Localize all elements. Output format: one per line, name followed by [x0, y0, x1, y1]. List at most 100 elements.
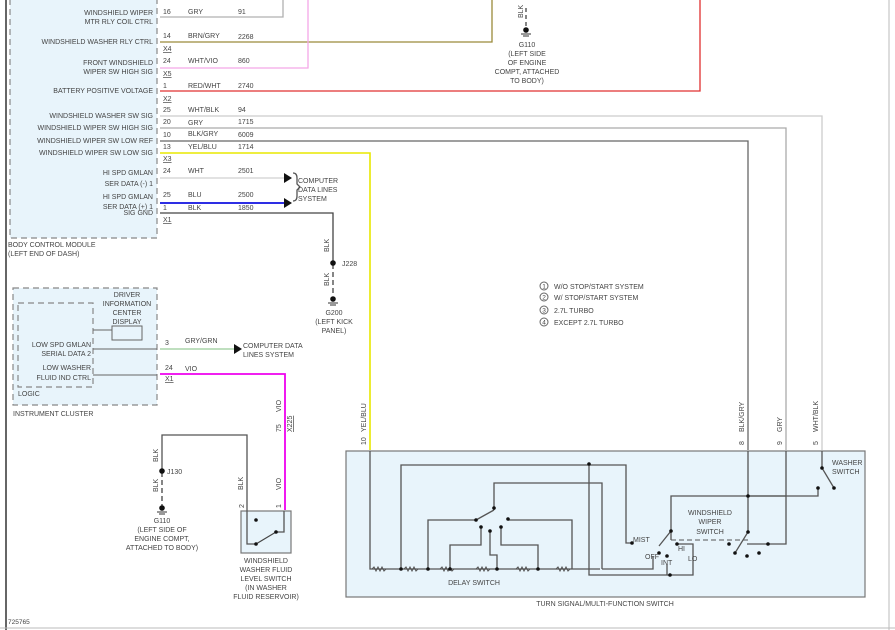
- switch-name: (IN WASHER: [245, 585, 287, 592]
- pin-number: 3: [165, 340, 169, 347]
- legend-num: 3: [542, 308, 546, 315]
- washer-switch-label: SWITCH: [832, 469, 860, 476]
- wire-color: VIO: [276, 399, 283, 412]
- pin-number: 24: [163, 58, 171, 65]
- wire-color: BLK: [518, 4, 525, 18]
- pin-number: 25: [163, 192, 171, 199]
- pin-label: HI SPD GMLAN: [103, 170, 153, 177]
- wire-color: VIO: [185, 366, 198, 373]
- wire-color: RED/WHT: [188, 83, 221, 90]
- wire-color: GRY: [777, 417, 784, 432]
- pin-label: WINDSHIELD WIPER SW LOW SIG: [39, 150, 153, 157]
- connector-id: X1: [163, 217, 172, 224]
- pin-number: 20: [163, 119, 171, 126]
- splice-name: J130: [167, 469, 182, 476]
- diagram-id: 725765: [8, 619, 30, 626]
- wiper-switch-label: WIPER: [699, 519, 722, 526]
- pin-label: LOW SPD GMLAN: [32, 342, 91, 349]
- pin-number: 24: [165, 365, 173, 372]
- wire-color: GRY/GRN: [185, 338, 218, 345]
- wire-color: BLK/GRY: [739, 401, 746, 432]
- pin-number: 14: [163, 33, 171, 40]
- position-hi: HI: [678, 546, 685, 553]
- wiring-diagram: BODY CONTROL MODULE (LEFT END OF DASH) W…: [0, 0, 895, 630]
- position-lo: LO: [688, 556, 698, 563]
- arrow-icon: [284, 198, 292, 208]
- connector-id: X2: [163, 96, 172, 103]
- pin-number: 10: [361, 437, 368, 445]
- splice-dot: [159, 468, 165, 474]
- ground-name: G200: [325, 310, 342, 317]
- ground-desc: OF ENGINE: [508, 60, 547, 67]
- washer-switch-label: WASHER: [832, 460, 862, 467]
- circuit-number: 6009: [238, 132, 254, 139]
- splice-dot: [330, 260, 336, 266]
- data-lines-label: DATA LINES: [298, 187, 338, 194]
- wire-color: WHT/BLK: [813, 401, 820, 432]
- legend-num: 2: [542, 295, 546, 302]
- wire-color: VIO: [276, 477, 283, 490]
- legend-num: 4: [542, 320, 546, 327]
- pin-label: WINDSHIELD WIPER: [84, 10, 153, 17]
- pin-number: 16: [163, 9, 171, 16]
- cluster-title: INSTRUMENT CLUSTER: [13, 411, 93, 418]
- dic-label: DRIVER: [114, 292, 140, 299]
- pin-label: BATTERY POSITIVE VOLTAGE: [53, 88, 153, 95]
- legend-text: W/O STOP/START SYSTEM: [554, 284, 644, 291]
- ground-desc: TO BODY): [510, 78, 544, 85]
- wire-gry-1715: [160, 127, 787, 450]
- data-lines-label: COMPUTER DATA: [243, 343, 303, 350]
- wire-blk-1850: [160, 212, 334, 262]
- dic-label: INFORMATION: [103, 301, 151, 308]
- wire-color: BLK/GRY: [188, 131, 219, 138]
- contact-dot: [254, 542, 258, 546]
- circuit-number: 860: [238, 58, 250, 65]
- connector-id: X225: [287, 416, 294, 432]
- ground-desc: ATTACHED TO BODY): [126, 545, 198, 552]
- arrow-icon: [284, 173, 292, 183]
- pin-number: 1: [276, 504, 283, 508]
- circuit-number: 2500: [238, 192, 254, 199]
- legend-text: 2.7L TURBO: [554, 308, 594, 315]
- wiper-switch-label: WINDSHIELD: [688, 510, 732, 517]
- switch-name: LEVEL SWITCH: [240, 576, 291, 583]
- contact-dot: [254, 518, 258, 522]
- pin-label: WINDSHIELD WIPER SW HIGH SIG: [37, 125, 153, 132]
- switch-name: WASHER FLUID: [240, 567, 293, 574]
- pin-label: FLUID IND CTRL: [37, 375, 92, 382]
- wire-blk-gry-6009: [160, 140, 749, 450]
- ground-name: G110: [154, 518, 171, 525]
- wire-color: BLK: [188, 205, 202, 212]
- wire-color: WHT/BLK: [188, 107, 219, 114]
- pin-number: 13: [163, 144, 171, 151]
- pin-number: 9: [777, 441, 784, 445]
- connector-id: X1: [165, 376, 174, 383]
- switch-name: WINDSHIELD: [244, 558, 288, 565]
- data-lines-label: LINES SYSTEM: [243, 352, 294, 359]
- legend-num: 1: [542, 284, 546, 291]
- schematic: BODY CONTROL MODULE (LEFT END OF DASH) W…: [0, 0, 895, 630]
- circuit-number: 2740: [238, 83, 254, 90]
- dic-label: CENTER: [113, 310, 142, 317]
- wire-color: GRY: [188, 9, 203, 16]
- pin-number: 5: [813, 441, 820, 445]
- pin-label: SER DATA (-) 1: [105, 181, 153, 188]
- splice-name: J228: [342, 261, 357, 268]
- pin-label: WINDSHIELD WIPER SW LOW REF: [37, 138, 153, 145]
- legend: 1 W/O STOP/START SYSTEM 2 W/ STOP/START …: [539, 281, 644, 327]
- delay-switch-label: DELAY SWITCH: [448, 580, 500, 587]
- wire-color: GRY: [188, 120, 203, 127]
- pin-number: 10: [163, 132, 171, 139]
- pin-number: 75: [276, 424, 283, 432]
- ground-desc: PANEL): [322, 328, 347, 335]
- ground-icon: [157, 505, 167, 515]
- ground-icon: [328, 296, 338, 306]
- wire-vio: [160, 373, 286, 510]
- legend-text: EXCEPT 2.7L TURBO: [554, 320, 624, 327]
- wire-wht-blk-94: [160, 115, 823, 450]
- data-lines-label: COMPUTER: [298, 178, 338, 185]
- wire-color: WHT: [188, 168, 205, 175]
- position-mist: MIST: [633, 537, 650, 544]
- legend-text: W/ STOP/START SYSTEM: [554, 295, 638, 302]
- circuit-number: 2268: [238, 34, 254, 41]
